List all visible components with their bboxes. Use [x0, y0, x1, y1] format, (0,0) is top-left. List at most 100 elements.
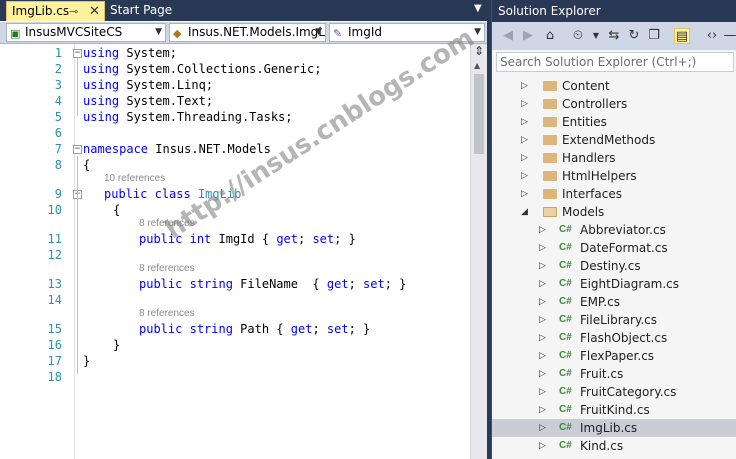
tab-start-page[interactable]: Start Page: [106, 1, 178, 21]
tree-folder[interactable]: ▷ ExtendMethods: [492, 131, 736, 149]
tree-folder[interactable]: ▷ Entities: [492, 113, 736, 131]
expand-arrow-icon[interactable]: ▷: [539, 293, 546, 311]
tree-file[interactable]: ▷ C# FruitCategory.cs: [492, 383, 736, 401]
csharp-file-icon: C#: [559, 404, 572, 415]
tree-file[interactable]: ▷ C# FileLibrary.cs: [492, 311, 736, 329]
tree-file[interactable]: ▷ C# DateFormat.cs: [492, 239, 736, 257]
line-number: 14: [47, 293, 62, 307]
view-code-icon[interactable]: ‹›: [704, 28, 720, 44]
solution-search-input[interactable]: Search Solution Explorer (Ctrl+;): [496, 52, 734, 72]
expand-arrow-icon[interactable]: ▷: [521, 113, 528, 131]
expand-arrow-icon[interactable]: ▷: [539, 365, 546, 383]
csharp-file-icon: C#: [559, 242, 572, 253]
expand-arrow-icon[interactable]: ▷: [539, 419, 546, 437]
expand-arrow-icon[interactable]: ▷: [521, 95, 528, 113]
back-icon[interactable]: ◀: [500, 28, 516, 44]
sync-icon[interactable]: ⇆: [606, 28, 622, 44]
expand-arrow-icon[interactable]: ▷: [521, 131, 528, 149]
tree-folder[interactable]: ▷ Controllers: [492, 95, 736, 113]
expand-arrow-icon[interactable]: ▷: [521, 149, 528, 167]
codelens-references[interactable]: 8 references: [139, 263, 195, 274]
split-window-icon[interactable]: ⇕: [472, 45, 486, 59]
tree-file[interactable]: ▷ C# ImgLib.cs: [492, 419, 736, 437]
tree-file[interactable]: ▷ C# Fruit.cs: [492, 365, 736, 383]
vertical-scrollbar[interactable]: ⇕ ▲: [470, 44, 487, 459]
codelens-references[interactable]: 8 references: [139, 308, 195, 319]
project-combo[interactable]: ▣ InsusMVCSiteCS ▼: [6, 23, 166, 42]
expanded-arrow-icon[interactable]: ◢: [521, 203, 528, 221]
fold-toggle-icon[interactable]: −: [73, 49, 82, 58]
expand-arrow-icon[interactable]: ▷: [539, 257, 546, 275]
line-number: 16: [47, 338, 62, 352]
code-keyword: set: [326, 322, 349, 336]
scroll-thumb[interactable]: [474, 74, 484, 154]
code-line: using System.Threading.Tasks;: [83, 110, 293, 125]
tree-file[interactable]: ▷ C# FruitKind.cs: [492, 401, 736, 419]
chevron-down-icon: ▼: [315, 27, 322, 37]
outline-guide: [77, 58, 78, 116]
expand-arrow-icon[interactable]: ▷: [539, 437, 546, 455]
tree-file[interactable]: ▷ C# FlexPaper.cs: [492, 347, 736, 365]
scroll-up-icon[interactable]: ▲: [474, 61, 480, 70]
forward-icon[interactable]: ▶: [520, 28, 536, 44]
code-line: using System;: [83, 46, 177, 61]
tree-item-label: DateFormat.cs: [580, 241, 668, 255]
line-number: 12: [47, 248, 62, 262]
history-icon[interactable]: ⏲: [570, 28, 586, 44]
tree-item-label: Kind.cs: [580, 439, 624, 453]
tree-item-label: ExtendMethods: [562, 133, 656, 147]
collapse-all-icon[interactable]: ❐: [646, 28, 662, 44]
tree-file[interactable]: ▷ C# Kind.cs: [492, 437, 736, 455]
tree-file[interactable]: ▷ C# FlashObject.cs: [492, 329, 736, 347]
type-combo[interactable]: ◆ Insus.NET.Models.ImgL ▼: [169, 23, 326, 42]
more-icon[interactable]: —: [722, 28, 736, 44]
refresh-icon[interactable]: ↻: [626, 28, 642, 44]
home-icon[interactable]: ⌂: [542, 28, 558, 44]
code-text: ;: [312, 322, 327, 336]
code-text-area[interactable]: 1 using System; 2 using System.Collections.…: [0, 44, 470, 459]
codelens-references[interactable]: 8 references: [139, 218, 195, 229]
csharp-file-icon: C#: [559, 440, 572, 451]
fold-toggle-icon[interactable]: −: [73, 145, 82, 154]
tree-folder[interactable]: ▷ Content: [492, 77, 736, 95]
csharp-file-icon: C#: [559, 260, 572, 271]
tab-list-dropdown-icon[interactable]: ▼: [474, 3, 482, 14]
tree-folder[interactable]: ▷ Interfaces: [492, 185, 736, 203]
tree-folder[interactable]: ▷ Handlers: [492, 149, 736, 167]
expand-arrow-icon[interactable]: ▷: [539, 239, 546, 257]
expand-arrow-icon[interactable]: ▷: [521, 167, 528, 185]
tree-item-label: FlashObject.cs: [580, 331, 668, 345]
tree-item-label: EMP.cs: [580, 295, 620, 309]
tree-folder[interactable]: ▷ HtmlHelpers: [492, 167, 736, 185]
csharp-file-icon: C#: [559, 224, 572, 235]
expand-arrow-icon[interactable]: ▷: [539, 329, 546, 347]
expand-arrow-icon[interactable]: ▷: [521, 77, 528, 95]
pin-icon[interactable]: ⊸: [69, 2, 78, 21]
tree-folder[interactable]: ◢ Models: [492, 203, 736, 221]
expand-arrow-icon[interactable]: ▷: [539, 401, 546, 419]
expand-arrow-icon[interactable]: ▷: [539, 383, 546, 401]
code-text: Insus.NET.Models: [148, 142, 271, 156]
class-icon: ◆: [173, 27, 182, 40]
tree-item-label: HtmlHelpers: [562, 169, 637, 183]
code-line: using System.Collections.Generic;: [83, 62, 321, 77]
csharp-file-icon: C#: [559, 368, 572, 379]
tree-file[interactable]: ▷ C# EMP.cs: [492, 293, 736, 311]
show-all-files-icon[interactable]: ▤: [674, 28, 690, 44]
expand-arrow-icon[interactable]: ▷: [539, 221, 546, 239]
tree-file[interactable]: ▷ C# Destiny.cs: [492, 257, 736, 275]
tree-file[interactable]: ▷ C# EightDiagram.cs: [492, 275, 736, 293]
expand-arrow-icon[interactable]: ▷: [539, 311, 546, 329]
tab-imglib[interactable]: ImgLib.cs ⊸ ✕: [6, 1, 105, 21]
expand-arrow-icon[interactable]: ▷: [521, 185, 528, 203]
chevron-down-icon[interactable]: ▼: [588, 28, 604, 44]
expand-arrow-icon[interactable]: ▷: [539, 347, 546, 365]
expand-arrow-icon[interactable]: ▷: [539, 275, 546, 293]
code-text: ;: [298, 232, 313, 246]
tree-file[interactable]: ▷ C# Abbreviator.cs: [492, 221, 736, 239]
code-line: using System.Linq;: [83, 78, 213, 93]
tree-item-label: Fruit.cs: [580, 367, 624, 381]
member-combo[interactable]: ✎ ImgId ▼: [329, 23, 485, 42]
close-icon[interactable]: ✕: [89, 2, 100, 21]
codelens-references[interactable]: 10 references: [104, 173, 165, 184]
